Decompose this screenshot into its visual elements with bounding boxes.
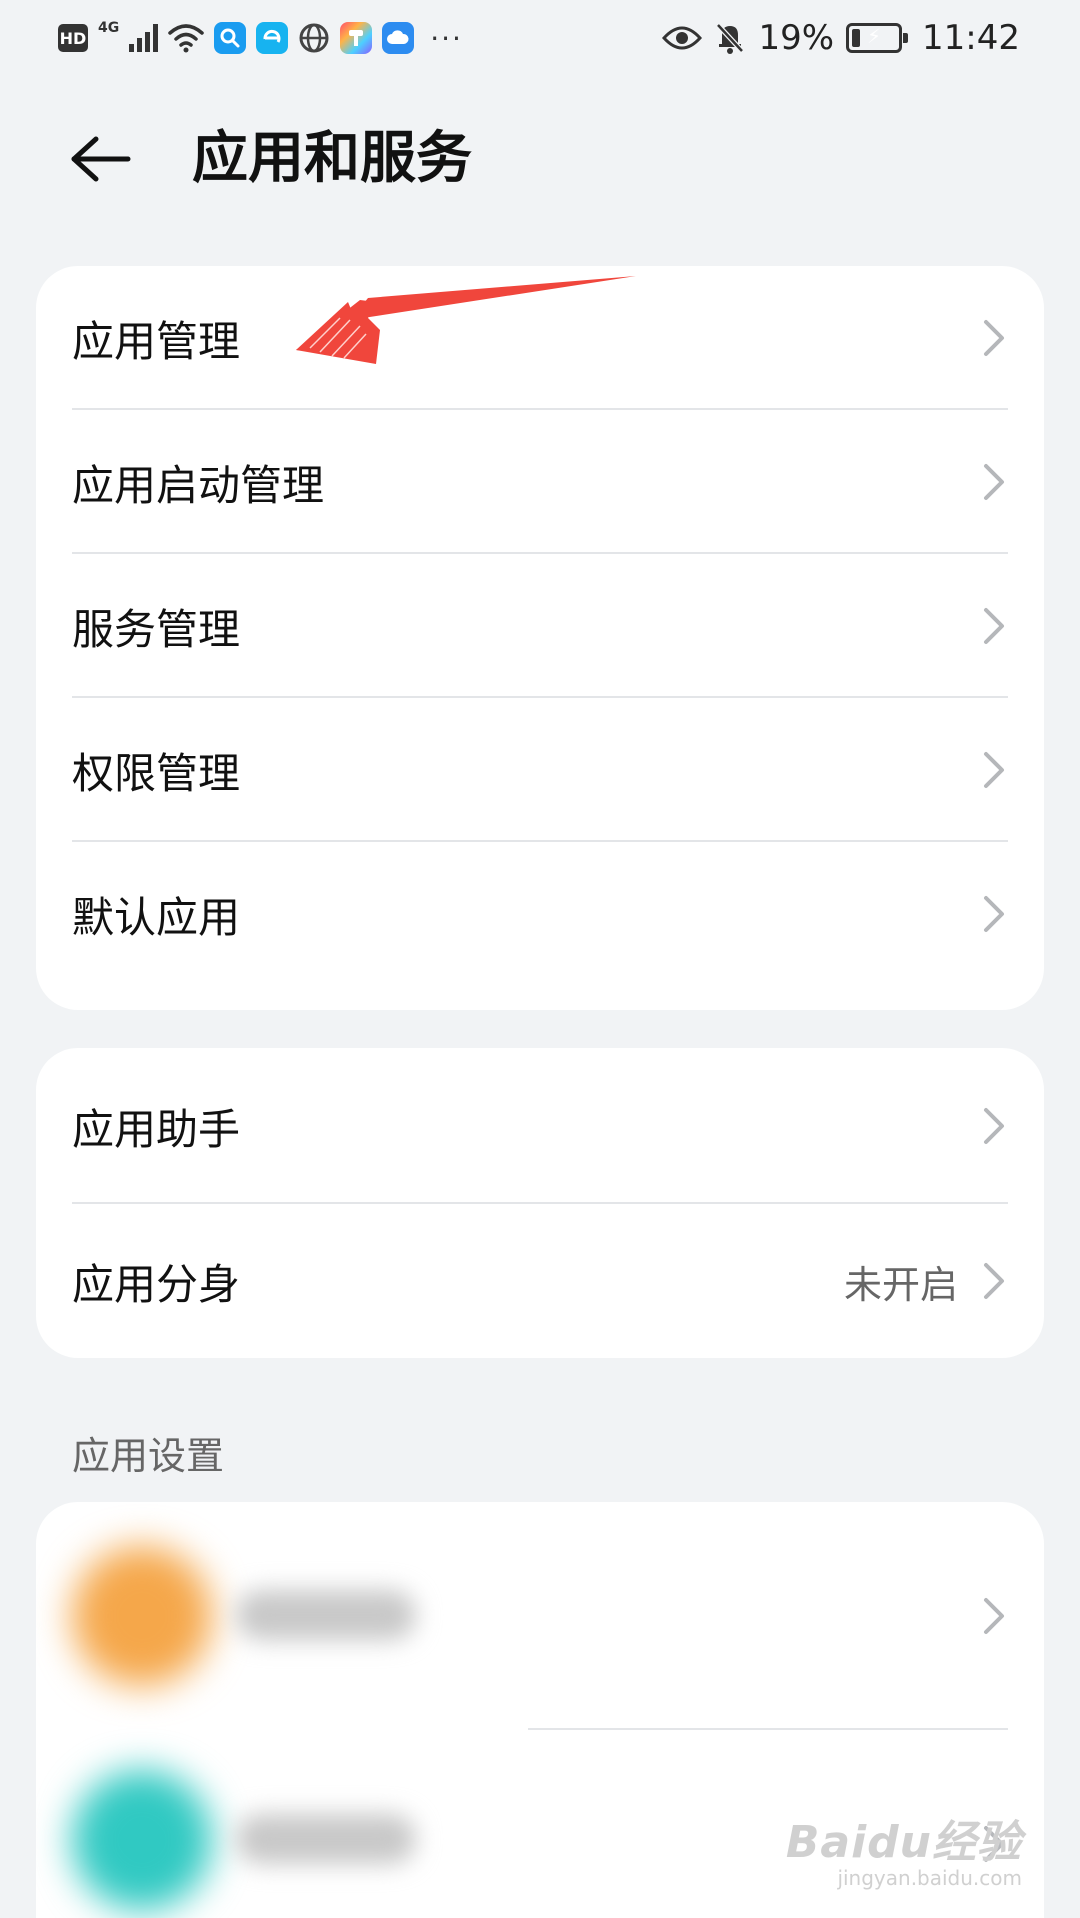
search-app-icon (214, 22, 247, 54)
chevron-right-icon (984, 752, 1004, 788)
list-item-status: 未开启 (843, 1262, 958, 1307)
globe-app-icon (299, 23, 329, 53)
app-icon-blurred (72, 1770, 212, 1910)
list-item-app-assistant[interactable]: 应用助手 (36, 1048, 1044, 1204)
watermark: Baidu经验 jingyan.baidu.com (786, 1806, 1022, 1890)
chevron-right-icon (984, 1263, 1004, 1299)
app-icon-blurred (72, 1546, 212, 1686)
list-item-app-management[interactable]: 应用管理 (36, 266, 1044, 410)
app-name-blurred (236, 1814, 416, 1864)
bell-muted-icon (716, 23, 745, 54)
battery-charging-icon: ⚡ (846, 23, 909, 53)
list-item-default-apps[interactable]: 默认应用 (36, 842, 1044, 986)
section-title-app-settings: 应用设置 (72, 1434, 225, 1478)
page-title: 应用和服务 (192, 126, 472, 191)
clock: 11:42 (922, 18, 1020, 58)
back-button[interactable] (66, 124, 136, 194)
settings-group-tools: 应用助手 应用分身 未开启 (36, 1048, 1044, 1358)
browser-app-icon (256, 22, 289, 54)
list-item-label: 权限管理 (72, 748, 241, 798)
wifi-icon (168, 24, 204, 53)
chevron-right-icon (984, 896, 1004, 932)
settings-group-management: 应用管理 应用启动管理 服务管理 权限管理 默认应用 (36, 266, 1044, 1010)
list-item-service-management[interactable]: 服务管理 (36, 554, 1044, 698)
list-item-label: 应用助手 (72, 1104, 241, 1154)
back-arrow-icon (71, 136, 131, 182)
chevron-right-icon (984, 1108, 1004, 1144)
charging-bolt-icon: ⚡ (866, 24, 882, 48)
cellular-signal-icon (129, 24, 159, 52)
list-item-app-twin[interactable]: 应用分身 未开启 (36, 1204, 1044, 1358)
status-bar: HD 4G ··· 19% ⚡ 11:42 (0, 0, 1080, 76)
list-item-app-blurred[interactable] (36, 1502, 1044, 1730)
list-item-label: 默认应用 (72, 892, 241, 942)
app-bar: 应用和服务 (0, 100, 1080, 220)
color-app-icon (340, 22, 373, 54)
cloud-app-icon (382, 22, 415, 54)
list-item-label: 应用启动管理 (72, 460, 325, 510)
chevron-right-icon (984, 1598, 1004, 1634)
list-item-label: 应用管理 (72, 316, 241, 366)
list-item-label: 服务管理 (72, 604, 241, 654)
list-item-permission-management[interactable]: 权限管理 (36, 698, 1044, 842)
list-item-label: 应用分身 (72, 1259, 241, 1309)
more-icon: ··· (430, 21, 463, 55)
chevron-right-icon (984, 608, 1004, 644)
chevron-right-icon (984, 320, 1004, 356)
chevron-right-icon (984, 464, 1004, 500)
network-type-label: 4G (98, 20, 120, 36)
status-bar-left: HD 4G ··· (58, 16, 463, 60)
battery-percent: 19% (758, 18, 835, 58)
status-bar-right: 19% ⚡ 11:42 (662, 16, 1020, 60)
hd-badge: HD (58, 24, 88, 52)
app-name-blurred (236, 1590, 416, 1640)
screen: HD 4G ··· 19% ⚡ 11:42 应用和服务 应用管理 应用启动管理 … (0, 0, 1080, 1918)
list-item-app-launch-management[interactable]: 应用启动管理 (36, 410, 1044, 554)
watermark-logo: Baidu经验 (785, 1817, 1022, 1868)
eye-icon (662, 26, 703, 50)
